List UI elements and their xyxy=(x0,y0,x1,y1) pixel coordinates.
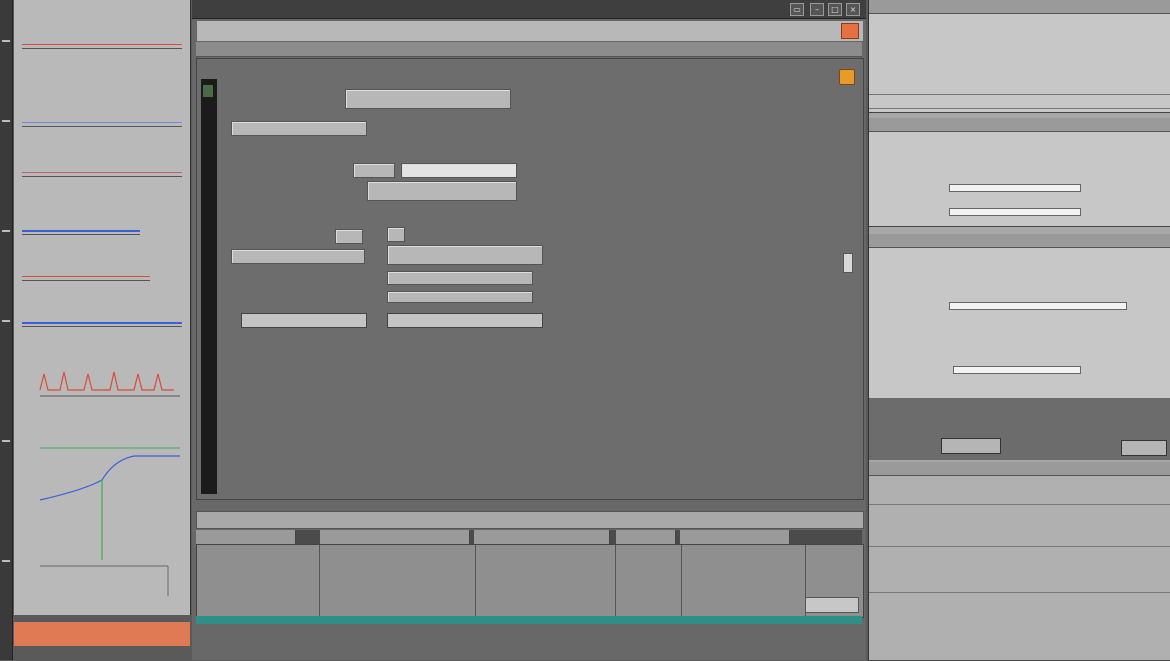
minimize-icon[interactable]: – xyxy=(810,3,824,16)
bottom-data-table xyxy=(196,544,864,618)
progress-strip xyxy=(196,616,862,624)
bottom-tab[interactable] xyxy=(196,530,296,544)
text-field[interactable] xyxy=(387,271,533,285)
text-field[interactable] xyxy=(401,163,517,178)
control-button[interactable] xyxy=(1121,440,1167,456)
bottom-tab[interactable] xyxy=(616,530,676,544)
maximize-icon[interactable]: □ xyxy=(828,3,842,16)
right-action-button[interactable] xyxy=(387,313,543,328)
left-action-button[interactable] xyxy=(241,313,367,328)
properties-section xyxy=(869,234,1170,399)
trace-row xyxy=(22,226,140,235)
section-title xyxy=(869,462,1170,476)
waveform-plot xyxy=(39,371,180,596)
restore-icon[interactable]: ▭ xyxy=(790,3,804,16)
bottom-tab[interactable] xyxy=(320,530,470,544)
text-field[interactable] xyxy=(345,89,511,109)
properties-section xyxy=(869,118,1170,227)
text-field[interactable] xyxy=(367,181,517,201)
value-bar[interactable] xyxy=(953,366,1081,374)
table-column xyxy=(681,545,806,617)
properties-section xyxy=(869,0,1170,113)
value-bar[interactable] xyxy=(949,184,1081,192)
text-field[interactable] xyxy=(231,121,367,136)
text-field[interactable] xyxy=(387,291,533,303)
vertical-side-bar xyxy=(201,79,217,494)
control-button[interactable] xyxy=(941,438,1001,454)
value-bar[interactable] xyxy=(949,302,1127,310)
close-icon[interactable]: × xyxy=(846,3,860,16)
bottom-tab-row xyxy=(196,530,862,544)
control-block xyxy=(869,398,1170,460)
table-column xyxy=(197,545,320,617)
form-canvas xyxy=(196,58,864,500)
title-bar: ▭ – □ × xyxy=(192,0,866,19)
text-field[interactable] xyxy=(231,249,365,264)
main-window: ▭ – □ × xyxy=(192,0,866,660)
section-title xyxy=(869,118,1170,132)
trace-row xyxy=(22,40,182,49)
text-field[interactable] xyxy=(387,245,543,265)
signal-trace-panel xyxy=(14,0,191,615)
properties-panel xyxy=(868,0,1170,661)
value-bar[interactable] xyxy=(949,208,1081,216)
left-footer-label xyxy=(14,622,190,634)
bottom-tab[interactable] xyxy=(474,530,610,544)
trace-row xyxy=(22,318,182,327)
status-bar xyxy=(196,511,864,529)
table-column xyxy=(475,545,616,617)
section-title xyxy=(869,0,1170,14)
properties-section xyxy=(869,462,1170,661)
bottom-tab[interactable] xyxy=(680,530,790,544)
small-field[interactable] xyxy=(335,229,363,244)
status-indicator-button[interactable] xyxy=(839,69,855,85)
left-footer-bar xyxy=(14,622,190,646)
toolbar xyxy=(196,20,864,42)
side-bar-handle[interactable] xyxy=(203,85,213,97)
trace-row xyxy=(22,168,182,177)
table-action-button[interactable] xyxy=(805,597,859,613)
left-edge-strip xyxy=(0,0,13,660)
toolbar-accent-button[interactable] xyxy=(841,23,859,39)
table-column xyxy=(615,545,682,617)
table-column xyxy=(319,545,476,617)
menu-bar xyxy=(196,42,862,57)
trace-row xyxy=(22,272,150,281)
scroll-thumb[interactable] xyxy=(843,253,853,273)
small-field[interactable] xyxy=(387,227,405,242)
trace-row xyxy=(22,118,182,127)
section-title xyxy=(869,234,1170,248)
small-field[interactable] xyxy=(353,163,395,178)
